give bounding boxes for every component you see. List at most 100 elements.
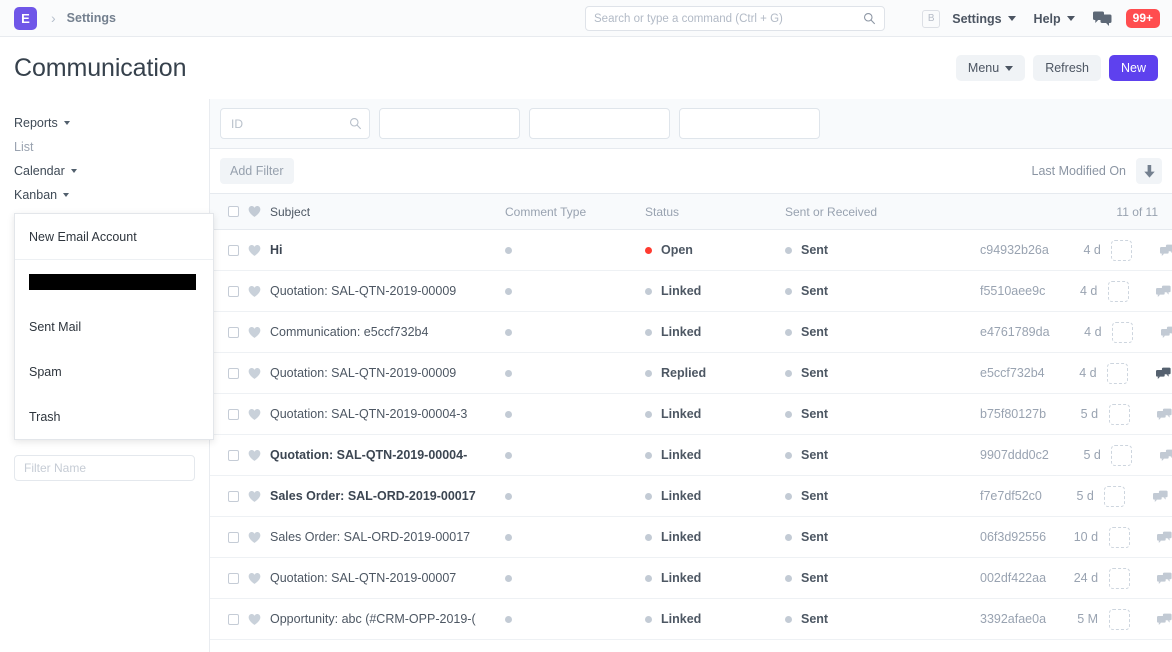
- row-checkbox[interactable]: [228, 614, 239, 625]
- filter-input-2[interactable]: [379, 108, 520, 139]
- column-header-subject[interactable]: Subject: [270, 205, 505, 219]
- row-checkbox[interactable]: [228, 409, 239, 420]
- row-subject[interactable]: Communication: e5ccf732b4: [270, 325, 505, 339]
- heart-icon[interactable]: [248, 490, 261, 503]
- heart-icon[interactable]: [248, 408, 261, 421]
- id-filter-input[interactable]: [220, 108, 370, 139]
- notification-badge[interactable]: 99+: [1126, 9, 1160, 28]
- column-header-sent-or-received[interactable]: Sent or Received: [785, 205, 980, 219]
- dropdown-item-trash[interactable]: Trash: [15, 394, 213, 439]
- row-checkbox[interactable]: [228, 532, 239, 543]
- row-assignee-avatar[interactable]: [1098, 568, 1140, 589]
- row-comment-count[interactable]: 0: [1143, 448, 1172, 462]
- row-assignee-avatar[interactable]: [1101, 445, 1143, 466]
- row-like-toggle[interactable]: [248, 326, 270, 339]
- table-row[interactable]: Quotation: SAL-QTN-2019-00007LinkedSent0…: [210, 558, 1172, 599]
- row-like-toggle[interactable]: [248, 449, 270, 462]
- avatar[interactable]: B: [922, 10, 940, 28]
- sidebar-item-list[interactable]: List: [14, 135, 195, 159]
- table-row[interactable]: Sales Order: SAL-ORD-2019-00017LinkedSen…: [210, 517, 1172, 558]
- row-comment-count[interactable]: 0: [1140, 530, 1172, 544]
- menu-button[interactable]: Menu: [956, 55, 1025, 82]
- nav-settings-menu[interactable]: Settings: [952, 12, 1015, 26]
- row-subject[interactable]: Hi: [270, 243, 505, 257]
- sort-direction-button[interactable]: [1136, 158, 1162, 184]
- table-row[interactable]: Opportunity: abc (#CRM-OPP-2019-(LinkedS…: [210, 599, 1172, 640]
- row-comment-count[interactable]: 0: [1140, 407, 1172, 421]
- row-subject[interactable]: Opportunity: abc (#CRM-OPP-2019-(: [270, 612, 505, 626]
- row-assignee-avatar[interactable]: [1101, 240, 1143, 261]
- filter-name-input[interactable]: [14, 455, 195, 481]
- row-checkbox[interactable]: [228, 368, 239, 379]
- row-comment-count[interactable]: 0: [1140, 612, 1172, 626]
- row-like-toggle[interactable]: [248, 367, 270, 380]
- row-comment-count[interactable]: 0: [1139, 284, 1172, 298]
- heart-icon[interactable]: [248, 531, 261, 544]
- row-checkbox[interactable]: [228, 327, 239, 338]
- row-like-toggle[interactable]: [248, 285, 270, 298]
- table-row[interactable]: Quotation: SAL-QTN-2019-00004-LinkedSent…: [210, 435, 1172, 476]
- table-row[interactable]: Sales Order: SAL-ORD-2019-00017LinkedSen…: [210, 476, 1172, 517]
- heart-icon[interactable]: [248, 449, 261, 462]
- row-assignee-avatar[interactable]: [1094, 486, 1136, 507]
- row-assignee-avatar[interactable]: [1098, 609, 1140, 630]
- nav-help-menu[interactable]: Help: [1034, 12, 1075, 26]
- row-like-toggle[interactable]: [248, 408, 270, 421]
- add-filter-button[interactable]: Add Filter: [220, 158, 294, 184]
- row-comment-count[interactable]: 1: [1139, 366, 1172, 380]
- row-checkbox[interactable]: [228, 245, 239, 256]
- dropdown-item-redacted[interactable]: [29, 274, 196, 290]
- select-all-checkbox[interactable]: [228, 206, 239, 217]
- heart-icon[interactable]: [248, 285, 261, 298]
- app-logo[interactable]: E: [14, 7, 37, 30]
- heart-icon[interactable]: [248, 326, 261, 339]
- row-subject[interactable]: Quotation: SAL-QTN-2019-00009: [270, 284, 505, 298]
- row-like-toggle[interactable]: [248, 490, 270, 503]
- table-row[interactable]: Quotation: SAL-QTN-2019-00009RepliedSent…: [210, 353, 1172, 394]
- global-search[interactable]: [585, 6, 885, 31]
- breadcrumb[interactable]: Settings: [67, 11, 116, 25]
- heart-icon[interactable]: [248, 244, 261, 257]
- chat-icon[interactable]: [1093, 11, 1112, 27]
- sidebar-item-reports[interactable]: Reports: [14, 111, 195, 135]
- row-comment-count[interactable]: 0: [1143, 243, 1172, 257]
- row-subject[interactable]: Quotation: SAL-QTN-2019-00004-3: [270, 407, 505, 421]
- table-row[interactable]: Communication: e5ccf732b4LinkedSente4761…: [210, 312, 1172, 353]
- row-assignee-avatar[interactable]: [1098, 527, 1140, 548]
- table-row[interactable]: HiOpenSentc94932b26a4 d0: [210, 230, 1172, 271]
- row-checkbox[interactable]: [228, 286, 239, 297]
- row-assignee-avatar[interactable]: [1097, 363, 1139, 384]
- row-like-toggle[interactable]: [248, 572, 270, 585]
- column-header-status[interactable]: Status: [645, 205, 785, 219]
- row-assignee-avatar[interactable]: [1098, 404, 1140, 425]
- row-checkbox[interactable]: [228, 491, 239, 502]
- table-row[interactable]: Quotation: SAL-QTN-2019-00004-3LinkedSen…: [210, 394, 1172, 435]
- row-checkbox[interactable]: [228, 450, 239, 461]
- sort-field-label[interactable]: Last Modified On: [1032, 164, 1127, 178]
- heart-icon[interactable]: [248, 367, 261, 380]
- row-subject[interactable]: Quotation: SAL-QTN-2019-00007: [270, 571, 505, 585]
- row-subject[interactable]: Sales Order: SAL-ORD-2019-00017: [270, 530, 505, 544]
- dropdown-item-new-email-account[interactable]: New Email Account: [15, 214, 213, 259]
- refresh-button[interactable]: Refresh: [1033, 55, 1101, 82]
- new-button[interactable]: New: [1109, 55, 1158, 82]
- row-comment-count[interactable]: 0: [1144, 325, 1172, 339]
- sidebar-item-kanban[interactable]: Kanban: [14, 183, 195, 207]
- heart-icon[interactable]: [248, 613, 261, 626]
- row-comment-count[interactable]: 0: [1136, 489, 1172, 503]
- search-input[interactable]: [594, 13, 863, 25]
- dropdown-item-spam[interactable]: Spam: [15, 349, 213, 394]
- filter-input-3[interactable]: [529, 108, 670, 139]
- row-assignee-avatar[interactable]: [1102, 322, 1144, 343]
- row-comment-count[interactable]: 0: [1140, 571, 1172, 585]
- row-subject[interactable]: Quotation: SAL-QTN-2019-00004-: [270, 448, 505, 462]
- sidebar-item-calendar[interactable]: Calendar: [14, 159, 195, 183]
- row-subject[interactable]: Sales Order: SAL-ORD-2019-00017: [270, 489, 505, 503]
- column-header-comment-type[interactable]: Comment Type: [505, 205, 645, 219]
- row-like-toggle[interactable]: [248, 244, 270, 257]
- dropdown-item-sent-mail[interactable]: Sent Mail: [15, 304, 213, 349]
- row-like-toggle[interactable]: [248, 531, 270, 544]
- row-checkbox[interactable]: [228, 573, 239, 584]
- row-subject[interactable]: Quotation: SAL-QTN-2019-00009: [270, 366, 505, 380]
- filter-input-4[interactable]: [679, 108, 820, 139]
